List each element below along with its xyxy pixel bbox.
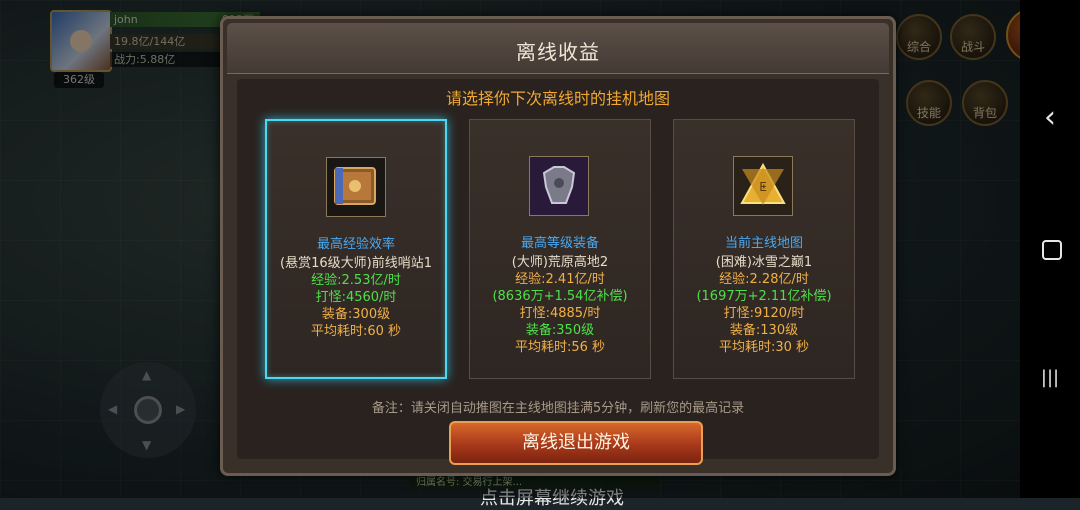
card-title: 最高等级装备 bbox=[520, 236, 599, 251]
nav-home-button[interactable] bbox=[1042, 240, 1062, 260]
map-option-card[interactable]: 最高经验效率 (悬赏16级大师)前线哨站1 经验:2.53亿/时 打怪:4560… bbox=[265, 119, 447, 379]
card-map-name: (困难)冰雪之巅1 bbox=[715, 255, 813, 270]
map-option-card[interactable]: 最高等级装备 (大师)荒原高地2 经验:2.41亿/时 (8636万+1.54亿… bbox=[469, 119, 651, 379]
card-exp: 经验:2.53亿/时 bbox=[311, 273, 401, 288]
dialog-note: 备注：请关闭自动推图在主线地图挂满5分钟，刷新您的最高记录 bbox=[371, 401, 745, 416]
card-map-name: (悬赏16级大师)前线哨站1 bbox=[280, 256, 432, 271]
card-equip: 装备:130级 bbox=[729, 323, 799, 338]
dialog-title: 离线收益 bbox=[516, 40, 600, 64]
card-kills: 打怪:9120/时 bbox=[723, 306, 805, 321]
dialog-body: 请选择你下次离线时的挂机地图 最高经验效率 (悬赏16级大师)前线哨站1 经验:… bbox=[237, 79, 879, 465]
card-compensation: (1697万+2.11亿补偿) bbox=[696, 289, 832, 304]
nav-back-button[interactable]: ‹ bbox=[1034, 102, 1066, 134]
offline-earnings-dialog: 离线收益 请选择你下次离线时的挂机地图 最高经验效率 (悬赏16级大师)前线哨站… bbox=[220, 16, 896, 476]
card-kills: 打怪:4560/时 bbox=[315, 290, 397, 305]
exp-book-icon bbox=[326, 157, 386, 217]
card-kills: 打怪:4885/时 bbox=[519, 306, 601, 321]
card-time: 平均耗时:60 秒 bbox=[310, 324, 402, 339]
main-map-icon: ⵟ bbox=[733, 156, 793, 216]
map-option-card[interactable]: ⵟ 当前主线地图 (困难)冰雪之巅1 经验:2.28亿/时 (1697万+2.1… bbox=[673, 119, 855, 379]
offline-exit-button[interactable]: 离线退出游戏 bbox=[449, 421, 703, 465]
card-compensation: (8636万+1.54亿补偿) bbox=[492, 289, 628, 304]
card-exp: 经验:2.41亿/时 bbox=[515, 272, 605, 287]
system-nav-bar: ‹ ||| bbox=[1020, 0, 1080, 498]
card-time: 平均耗时:30 秒 bbox=[718, 340, 810, 355]
dialog-subtitle: 请选择你下次离线时的挂机地图 bbox=[445, 89, 670, 108]
card-title: 当前主线地图 bbox=[724, 236, 803, 251]
card-map-name: (大师)荒原高地2 bbox=[511, 255, 609, 270]
card-time: 平均耗时:56 秒 bbox=[514, 340, 606, 355]
nav-recents-button[interactable]: ||| bbox=[1034, 362, 1066, 394]
dialog-header: 离线收益 bbox=[227, 23, 889, 74]
card-equip: 装备:300级 bbox=[321, 307, 391, 322]
armor-icon bbox=[529, 156, 589, 216]
svg-text:ⵟ: ⵟ bbox=[759, 180, 766, 194]
card-equip: 装备:350级 bbox=[525, 323, 595, 338]
card-exp: 经验:2.28亿/时 bbox=[719, 272, 809, 287]
card-title: 最高经验效率 bbox=[316, 237, 395, 252]
